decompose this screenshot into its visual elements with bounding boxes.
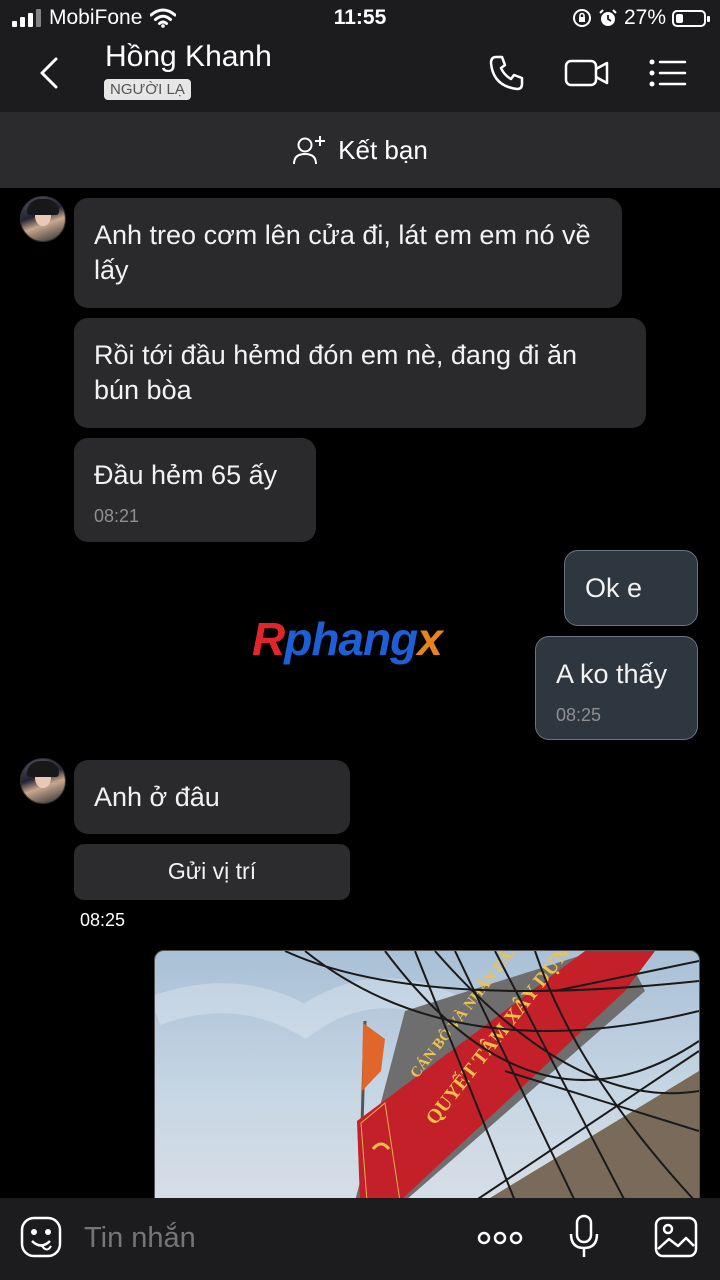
battery-percent: 27%	[623, 6, 666, 29]
watermark-part: x	[417, 613, 443, 665]
photo-message[interactable]: CÁN BỘ VÀ NHÂN DÂN QUYẾT TÂM XÂY DỰNG	[154, 950, 700, 1202]
message-time: 08:21	[94, 506, 140, 526]
mic-icon[interactable]	[568, 1214, 600, 1260]
send-location-label: Gửi vị trí	[167, 858, 257, 884]
stranger-badge: NGƯỜI LẠ	[104, 79, 191, 100]
battery-icon	[672, 9, 710, 27]
message-bubble-sent[interactable]: A ko thấy 08:25	[535, 636, 698, 740]
message-input[interactable]	[82, 1214, 426, 1262]
message-bubble-received[interactable]: Anh ở đâu	[74, 760, 350, 834]
message-bubble-received[interactable]: Anh treo cơm lên cửa đi, lát em em nó về…	[74, 198, 622, 308]
message-time: 08:25	[556, 705, 602, 725]
message-composer	[0, 1198, 720, 1280]
watermark-part: phang	[284, 613, 418, 665]
send-location-button[interactable]: Gửi vị trí	[74, 844, 350, 900]
watermark-part: R	[252, 613, 285, 665]
message-text: Rồi tới đầu hẻmd đón em nè, đang đi ăn b…	[94, 340, 578, 405]
more-icon[interactable]	[476, 1228, 524, 1248]
gallery-icon[interactable]	[654, 1216, 698, 1258]
message-bubble-received[interactable]: Rồi tới đầu hẻmd đón em nè, đang đi ăn b…	[74, 318, 646, 428]
menu-icon[interactable]	[648, 54, 688, 92]
message-text: Anh treo cơm lên cửa đi, lát em em nó về…	[94, 220, 591, 285]
message-text: Anh ở đâu	[94, 782, 220, 812]
add-friend-button[interactable]: Kết bạn	[0, 112, 720, 188]
alarm-icon	[599, 9, 617, 26]
emoji-icon[interactable]	[20, 1216, 62, 1258]
street-photo: CÁN BỘ VÀ NHÂN DÂN QUYẾT TÂM XÂY DỰNG	[155, 951, 699, 1201]
battery-fill	[676, 13, 683, 23]
rotation-lock-icon	[572, 9, 591, 27]
phone-icon[interactable]	[488, 54, 526, 92]
message-time: 08:25	[80, 910, 126, 930]
watermark-logo: Rphangx	[252, 612, 443, 666]
message-text: Đầu hẻm 65 ấy	[94, 460, 278, 490]
back-icon[interactable]	[36, 56, 62, 90]
message-bubble-received[interactable]: Đầu hẻm 65 ấy 08:21	[74, 438, 316, 542]
video-call-icon[interactable]	[564, 54, 610, 92]
message-text: A ko thấy	[556, 659, 668, 689]
add-friend-label: Kết bạn	[338, 134, 428, 165]
message-text: Ok e	[585, 573, 643, 603]
message-bubble-sent[interactable]: Ok e	[564, 550, 698, 626]
add-friend-icon	[293, 136, 326, 165]
contact-avatar[interactable]	[20, 758, 66, 804]
status-right: 27%	[572, 6, 710, 30]
status-bar: MobiFone 11:55 27%	[0, 0, 720, 36]
contact-avatar[interactable]	[20, 196, 66, 242]
contact-name[interactable]: Hồng Khanh	[105, 40, 272, 74]
chat-header: Hồng Khanh NGƯỜI LẠ	[0, 36, 720, 112]
